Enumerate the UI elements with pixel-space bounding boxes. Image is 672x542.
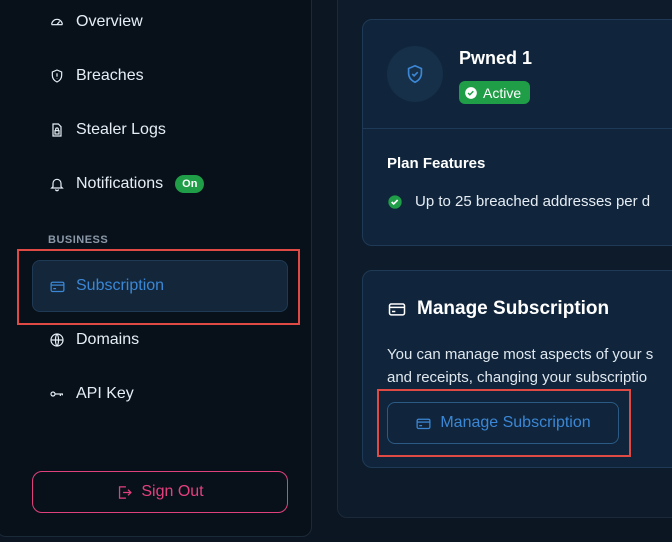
plan-card: Pwned 1 Active Plan Features Up to 25 br… bbox=[362, 19, 672, 246]
notifications-on-badge: On bbox=[175, 175, 205, 193]
sidebar-item-label: Overview bbox=[76, 13, 143, 30]
sidebar-item-label: Breaches bbox=[76, 67, 144, 84]
sign-out-icon bbox=[116, 484, 141, 501]
check-circle-icon bbox=[464, 86, 483, 100]
sidebar-item-api-key[interactable]: API Key bbox=[48, 379, 134, 409]
divider bbox=[363, 128, 672, 129]
alert-shield-icon bbox=[48, 67, 66, 85]
sidebar-item-label: Stealer Logs bbox=[76, 121, 166, 138]
manage-subscription-title: Manage Subscription bbox=[417, 298, 610, 319]
sidebar-item-notifications[interactable]: Notifications On bbox=[48, 169, 205, 199]
sign-out-button[interactable]: Sign Out bbox=[32, 471, 288, 513]
highlight-box-manage-button bbox=[377, 389, 631, 457]
manage-subscription-heading: Manage Subscription bbox=[387, 298, 609, 320]
sidebar-item-label: Domains bbox=[76, 331, 140, 348]
sign-out-label: Sign Out bbox=[141, 483, 204, 500]
feature-item: Up to 25 breached addresses per d bbox=[387, 193, 650, 210]
description-line: You can manage most aspects of your s bbox=[387, 346, 654, 363]
file-lock-icon bbox=[48, 121, 66, 139]
feature-text: Up to 25 breached addresses per d bbox=[415, 193, 651, 210]
section-label-business: BUSINESS bbox=[48, 234, 109, 246]
sidebar-item-breaches[interactable]: Breaches bbox=[48, 61, 144, 91]
credit-card-icon bbox=[387, 299, 417, 319]
status-badge-label: Active bbox=[483, 84, 522, 101]
key-icon bbox=[48, 385, 66, 403]
check-circle-icon bbox=[387, 194, 415, 210]
sidebar-item-domains[interactable]: Domains bbox=[48, 325, 139, 355]
plan-name: Pwned 1 bbox=[459, 48, 533, 68]
bell-icon bbox=[48, 175, 66, 193]
manage-subscription-description: You can manage most aspects of your s an… bbox=[387, 343, 672, 389]
globe-icon bbox=[48, 331, 66, 349]
description-line: and receipts, changing your subscriptio bbox=[387, 369, 648, 386]
sidebar-item-stealer-logs[interactable]: Stealer Logs bbox=[48, 115, 166, 145]
gauge-icon bbox=[48, 13, 66, 31]
plan-features-title: Plan Features bbox=[387, 155, 486, 172]
sidebar-item-label: Notifications bbox=[76, 175, 164, 192]
sidebar-item-label: API Key bbox=[76, 385, 134, 402]
highlight-box-subscription bbox=[17, 249, 300, 325]
sidebar-item-overview[interactable]: Overview bbox=[48, 7, 143, 37]
shield-check-icon bbox=[404, 63, 426, 85]
status-badge: Active bbox=[459, 81, 531, 104]
plan-icon-circle bbox=[387, 46, 443, 102]
